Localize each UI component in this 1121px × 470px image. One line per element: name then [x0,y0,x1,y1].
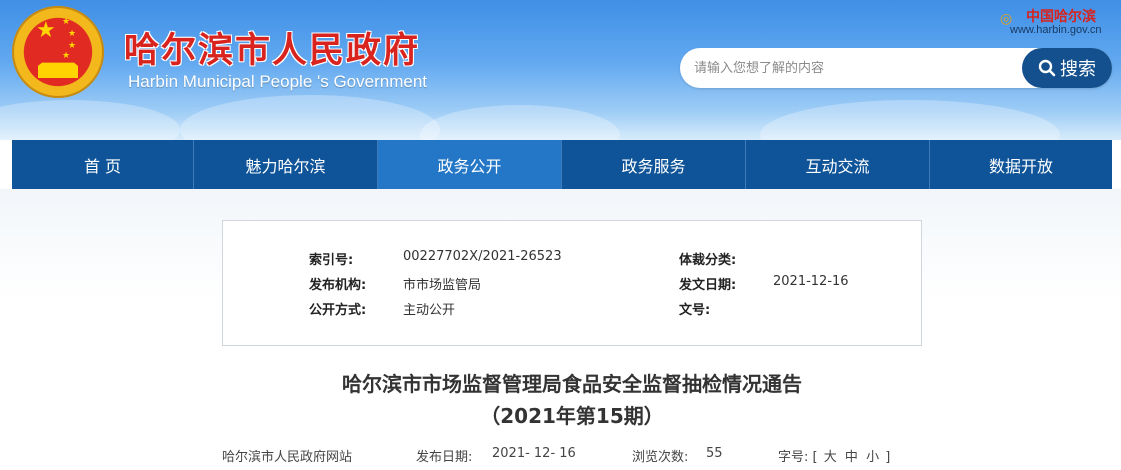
font-size-medium-button[interactable]: 中 [845,450,858,465]
views-count: 55 [706,446,723,461]
index-value: 00227702X/2021-26523 [403,249,562,264]
font-size-bracket-close: ] [885,450,891,465]
nav-item-home[interactable]: 首 页 [12,140,194,189]
nav-item-label: 政务服务 [621,156,686,176]
swirl-logo-icon: ◎ [1000,11,1013,27]
national-emblem-icon: ★ ★ ★ ★ ★ [12,6,104,98]
nav-item-open-data[interactable]: 数据开放 [930,140,1112,189]
font-size-small-button[interactable]: 小 [866,450,879,465]
publisher-label: 发布机构: [309,278,367,293]
font-size-bracket-open: [ [812,450,818,465]
nav-item-label: 数据开放 [988,156,1053,176]
brand-name: 中国哈尔滨 [1026,9,1096,25]
disclosure-label: 公开方式: [309,303,367,318]
category-label: 体裁分类: [679,253,737,268]
article-subtitle: （2021年第15期） [480,404,664,428]
index-label: 索引号: [309,253,354,268]
nav-item-label: 魅力哈尔滨 [245,156,326,176]
issue-date-value: 2021-12-16 [773,274,849,289]
nav-item-government-services[interactable]: 政务服务 [562,140,746,189]
views-label: 浏览次数: [632,450,689,465]
issue-date-label: 发文日期: [679,278,737,293]
main-nav: 首 页 魅力哈尔滨 政务公开 政务服务 互动交流 数据开放 [12,140,1112,189]
site-url: www.harbin.gov.cn [1010,24,1102,36]
nav-item-government-affairs[interactable]: 政务公开 [378,140,562,189]
search-box: 搜索 [680,48,1112,88]
site-title: 哈尔滨市人民政府 [124,30,421,71]
publisher-value: 市市场监管局 [403,278,482,293]
article-source: 哈尔滨市人民政府网站 [222,450,353,465]
brand-logo[interactable]: ◎ 中国哈尔滨 [1000,6,1096,27]
search-icon [1038,59,1056,77]
doc-no-label: 文号: [679,303,711,318]
nav-item-charm-harbin[interactable]: 魅力哈尔滨 [194,140,378,189]
search-input[interactable] [694,58,1014,78]
font-size-control: 字号: [ 大 中 小 ] [778,446,890,465]
font-size-label: 字号: [778,450,809,465]
publish-date-label: 发布日期: [416,450,473,465]
publish-date-value: 2021- 12- 16 [492,446,576,461]
site-header: ★ ★ ★ ★ ★ 哈尔滨市人民政府 Harbin Municipal Peop… [0,0,1121,140]
font-size-large-button[interactable]: 大 [824,450,837,465]
nav-item-label: 政务公开 [437,156,502,176]
disclosure-value: 主动公开 [403,303,456,318]
nav-item-label: 互动交流 [805,156,870,176]
article-title: 哈尔滨市市场监督管理局食品安全监督抽检情况通告 [342,372,802,396]
document-metadata-box: 索引号: 00227702X/2021-26523 体裁分类: 发布机构: 市市… [222,220,922,346]
nav-item-interaction[interactable]: 互动交流 [746,140,930,189]
site-subtitle: Harbin Municipal People 's Government [128,72,428,91]
nav-item-label: 首 页 [83,156,122,176]
search-button-label: 搜索 [1060,59,1096,80]
search-button[interactable]: 搜索 [1022,48,1112,88]
